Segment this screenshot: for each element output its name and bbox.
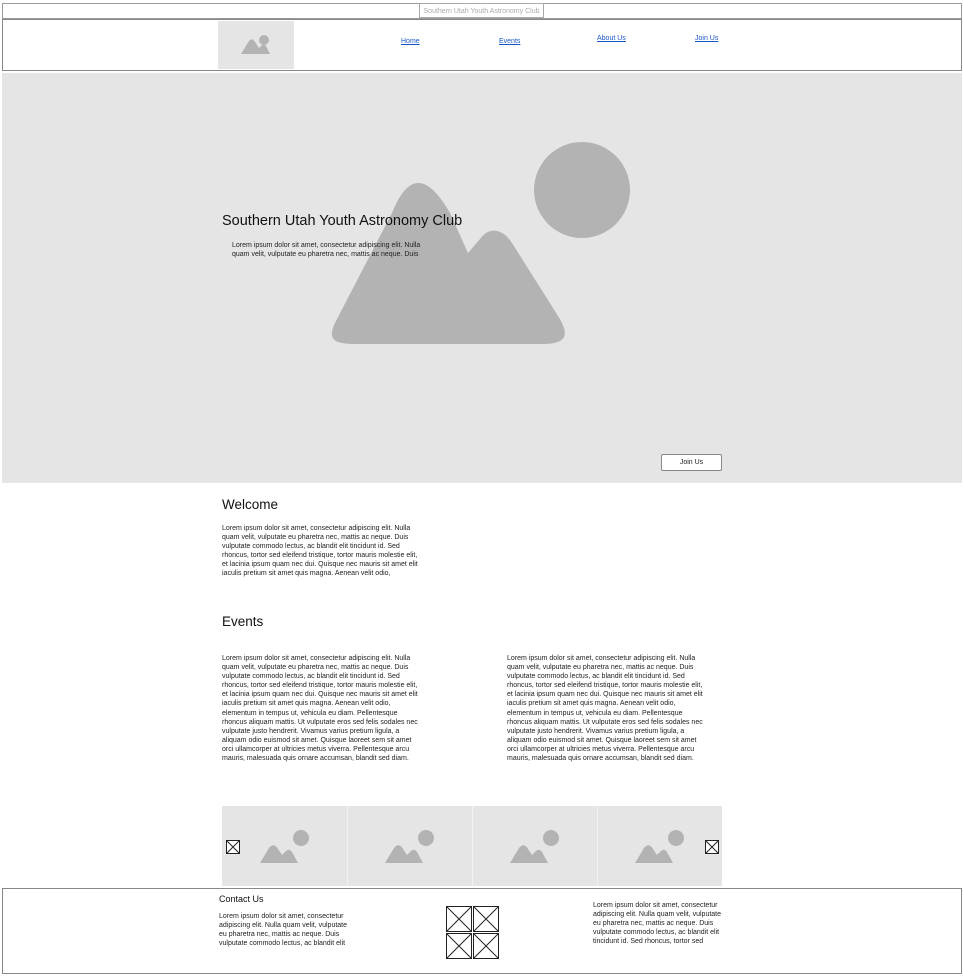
events-text-left: Lorem ipsum dolor sit amet, consectetur … <box>222 655 418 763</box>
nav-events[interactable]: Events <box>499 38 520 45</box>
nav-home[interactable]: Home <box>401 38 420 45</box>
browser-tab-title[interactable]: Southern Utah Youth Astronomy Club <box>419 3 544 18</box>
site-header <box>2 19 962 71</box>
social-icons[interactable] <box>446 906 499 959</box>
hero-text: Lorem ipsum dolor sit amet, consectetur … <box>232 242 421 258</box>
footer-right-text: Lorem ipsum dolor sit amet, consectetur … <box>593 902 722 946</box>
nav-about-us[interactable]: About Us <box>597 35 626 42</box>
image-placeholder-icon[interactable] <box>510 830 559 863</box>
logo-image[interactable] <box>218 21 294 69</box>
welcome-text: Lorem ipsum dolor sit amet, consectetur … <box>222 525 418 578</box>
contact-text: Lorem ipsum dolor sit amet, consectetur … <box>219 913 348 948</box>
hero-title: Southern Utah Youth Astronomy Club <box>222 213 463 229</box>
gallery-next-icon[interactable] <box>705 840 719 854</box>
contact-heading: Contact Us <box>219 894 264 904</box>
image-placeholder-icon[interactable] <box>635 830 684 863</box>
nav-join-us[interactable]: Join Us <box>695 35 718 42</box>
welcome-heading: Welcome <box>222 497 279 512</box>
image-placeholder-icon[interactable] <box>385 830 434 863</box>
gallery-images <box>260 830 684 863</box>
image-placeholder-icon[interactable] <box>260 830 309 863</box>
hero-banner <box>2 73 962 483</box>
hero-image-placeholder-icon <box>331 142 630 344</box>
events-text-right: Lorem ipsum dolor sit amet, consectetur … <box>507 655 703 763</box>
events-heading: Events <box>222 614 264 629</box>
join-us-button[interactable]: Join Us <box>661 454 722 471</box>
image-placeholder-icon <box>241 35 270 54</box>
gallery-prev-icon[interactable] <box>226 840 240 854</box>
